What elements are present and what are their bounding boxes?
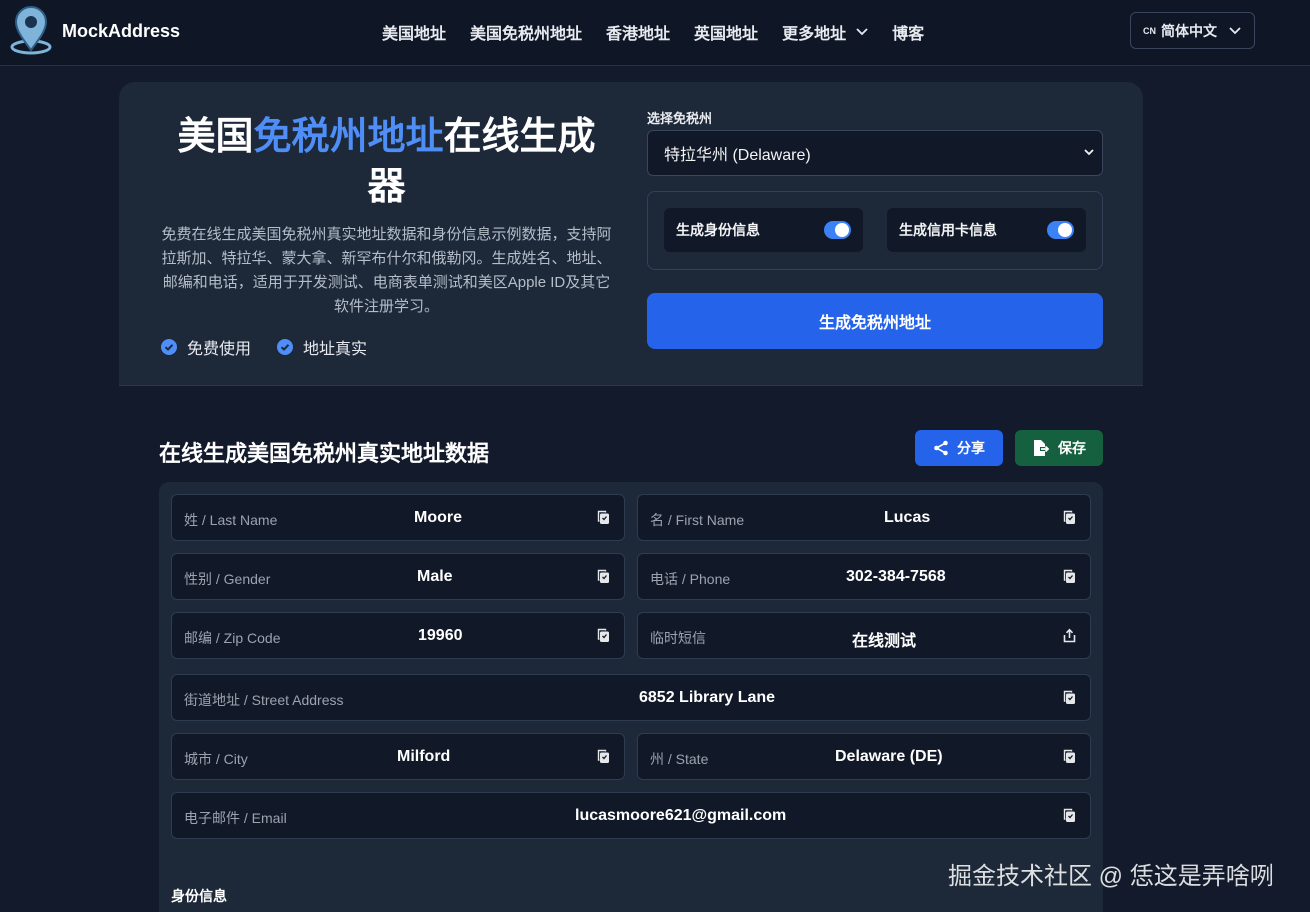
nav-us-taxfree-address[interactable]: 美国免税州地址 bbox=[470, 20, 582, 44]
field-value: Milford bbox=[397, 748, 451, 765]
copy-icon[interactable] bbox=[1063, 808, 1076, 823]
chevron-down-icon bbox=[856, 28, 868, 36]
copy-icon[interactable] bbox=[597, 510, 610, 525]
copy-icon[interactable] bbox=[1063, 690, 1076, 705]
last-name-field: 姓 / Last Name Moore bbox=[171, 494, 625, 541]
nav-us-address[interactable]: 美国地址 bbox=[382, 20, 446, 44]
field-label: 临时短信 bbox=[650, 630, 706, 646]
card-toggle-switch[interactable] bbox=[1047, 221, 1074, 239]
save-button[interactable]: 保存 bbox=[1015, 430, 1103, 466]
copy-icon[interactable] bbox=[597, 749, 610, 764]
field-value: Lucas bbox=[884, 509, 931, 526]
state-field: 州 / State Delaware (DE) bbox=[637, 733, 1091, 780]
hero-card: 美国免税州地址在线生成器 免费在线生成美国免税州真实地址数据和身份信息示例数据，… bbox=[119, 82, 1143, 386]
nav-blog[interactable]: 博客 bbox=[892, 20, 924, 44]
field-value: 19960 bbox=[418, 627, 463, 644]
field-label: 电子邮件 / Email bbox=[184, 810, 287, 826]
nav-hk-address[interactable]: 香港地址 bbox=[606, 20, 670, 44]
options-card: 生成身份信息 生成信用卡信息 bbox=[647, 191, 1103, 270]
copy-icon[interactable] bbox=[1063, 510, 1076, 525]
field-label: 邮编 / Zip Code bbox=[184, 630, 281, 646]
field-label: 性别 / Gender bbox=[184, 571, 271, 587]
card-toggle-row[interactable]: 生成信用卡信息 bbox=[887, 208, 1086, 252]
field-value: Male bbox=[417, 568, 453, 585]
main-nav: 美国地址 美国免税州地址 香港地址 英国地址 更多地址 博客 bbox=[382, 20, 924, 44]
field-label: 电话 / Phone bbox=[650, 571, 731, 587]
language-label: 简体中文 bbox=[1161, 22, 1217, 39]
field-label: 姓 / Last Name bbox=[184, 512, 278, 528]
field-value: Delaware (DE) bbox=[835, 748, 943, 765]
state-select[interactable]: 特拉华州 (Delaware) bbox=[647, 130, 1103, 176]
nav-label: 更多地址 bbox=[782, 26, 847, 43]
city-field: 城市 / City Milford bbox=[171, 733, 625, 780]
watermark: 掘金技术社区 @ 恁这是弄啥咧 bbox=[948, 863, 1274, 890]
field-label: 城市 / City bbox=[184, 751, 248, 767]
nav-uk-address[interactable]: 英国地址 bbox=[694, 20, 758, 44]
feature-free: 免费使用 bbox=[161, 335, 251, 359]
external-link-icon[interactable] bbox=[1063, 628, 1076, 643]
state-select-value: 特拉华州 (Delaware) bbox=[664, 147, 811, 164]
identity-section-label: 身份信息 bbox=[171, 888, 227, 904]
language-selector[interactable]: CN 简体中文 bbox=[1130, 12, 1255, 49]
nav-label: 博客 bbox=[892, 26, 925, 43]
chevron-down-icon bbox=[1084, 149, 1094, 156]
nav-label: 美国地址 bbox=[382, 26, 447, 43]
title-highlight: 免税州地址 bbox=[253, 116, 444, 158]
copy-icon[interactable] bbox=[597, 569, 610, 584]
check-circle-icon bbox=[277, 339, 294, 355]
field-label: 名 / First Name bbox=[650, 512, 745, 528]
field-label: 州 / State bbox=[650, 751, 709, 767]
share-button[interactable]: 分享 bbox=[915, 430, 1003, 466]
identity-toggle-switch[interactable] bbox=[824, 221, 851, 239]
share-label: 分享 bbox=[957, 440, 985, 456]
language-code: CN bbox=[1143, 25, 1156, 36]
results-panel: 姓 / Last Name Moore 名 / First Name Lucas… bbox=[159, 482, 1103, 912]
email-field: 电子邮件 / Email lucasmoore621@gmail.com bbox=[171, 792, 1091, 839]
feature-label: 地址真实 bbox=[303, 341, 368, 358]
identity-toggle-label: 生成身份信息 bbox=[676, 222, 760, 238]
nav-label: 美国免税州地址 bbox=[470, 26, 583, 43]
field-value: lucasmoore621@gmail.com bbox=[575, 807, 787, 824]
temp-sms-field[interactable]: 临时短信 在线测试 bbox=[637, 612, 1091, 659]
nav-label: 英国地址 bbox=[694, 26, 759, 43]
nav-label: 香港地址 bbox=[606, 26, 671, 43]
card-toggle-label: 生成信用卡信息 bbox=[899, 222, 997, 238]
map-pin-icon bbox=[10, 6, 52, 55]
zip-code-field: 邮编 / Zip Code 19960 bbox=[171, 612, 625, 659]
field-label: 街道地址 / Street Address bbox=[184, 692, 344, 708]
gender-field: 性别 / Gender Male bbox=[171, 553, 625, 600]
field-value: 302-384-7568 bbox=[846, 568, 946, 585]
copy-icon[interactable] bbox=[1063, 569, 1076, 584]
street-address-field: 街道地址 / Street Address 6852 Library Lane bbox=[171, 674, 1091, 721]
chevron-down-icon bbox=[1229, 26, 1241, 34]
check-circle-icon bbox=[161, 339, 177, 355]
field-value: Moore bbox=[414, 509, 462, 526]
feature-real: 地址真实 bbox=[277, 335, 367, 359]
feature-list: 免费使用 地址真实 bbox=[161, 335, 367, 359]
save-label: 保存 bbox=[1058, 440, 1086, 456]
nav-more-addresses[interactable]: 更多地址 bbox=[782, 20, 868, 44]
top-navbar: MockAddress 美国地址 美国免税州地址 香港地址 英国地址 更多地址 … bbox=[0, 0, 1310, 66]
file-export-icon bbox=[1034, 440, 1050, 456]
field-value: 6852 Library Lane bbox=[639, 689, 776, 706]
hero-description: 免费在线生成美国免税州真实地址数据和身份信息示例数据，支持阿拉斯加、特拉华、蒙大… bbox=[161, 226, 612, 315]
switch-knob bbox=[1058, 223, 1072, 237]
copy-icon[interactable] bbox=[597, 628, 610, 643]
feature-label: 免费使用 bbox=[187, 341, 252, 358]
brand-logo[interactable]: MockAddress bbox=[8, 6, 180, 56]
phone-field: 电话 / Phone 302-384-7568 bbox=[637, 553, 1091, 600]
switch-knob bbox=[835, 223, 849, 237]
brand-name: MockAddress bbox=[62, 20, 181, 41]
temp-sms-link[interactable]: 在线测试 bbox=[852, 627, 916, 651]
state-select-label: 选择免税州 bbox=[647, 111, 713, 126]
copy-icon[interactable] bbox=[1063, 749, 1076, 764]
page-title: 美国免税州地址在线生成器 bbox=[159, 112, 614, 212]
identity-toggle-row[interactable]: 生成身份信息 bbox=[664, 208, 863, 252]
title-prefix: 美国 bbox=[177, 116, 254, 158]
first-name-field: 名 / First Name Lucas bbox=[637, 494, 1091, 541]
results-title: 在线生成美国免税州真实地址数据 bbox=[159, 441, 490, 466]
share-icon bbox=[934, 440, 948, 456]
generate-button[interactable]: 生成免税州地址 bbox=[647, 293, 1103, 349]
